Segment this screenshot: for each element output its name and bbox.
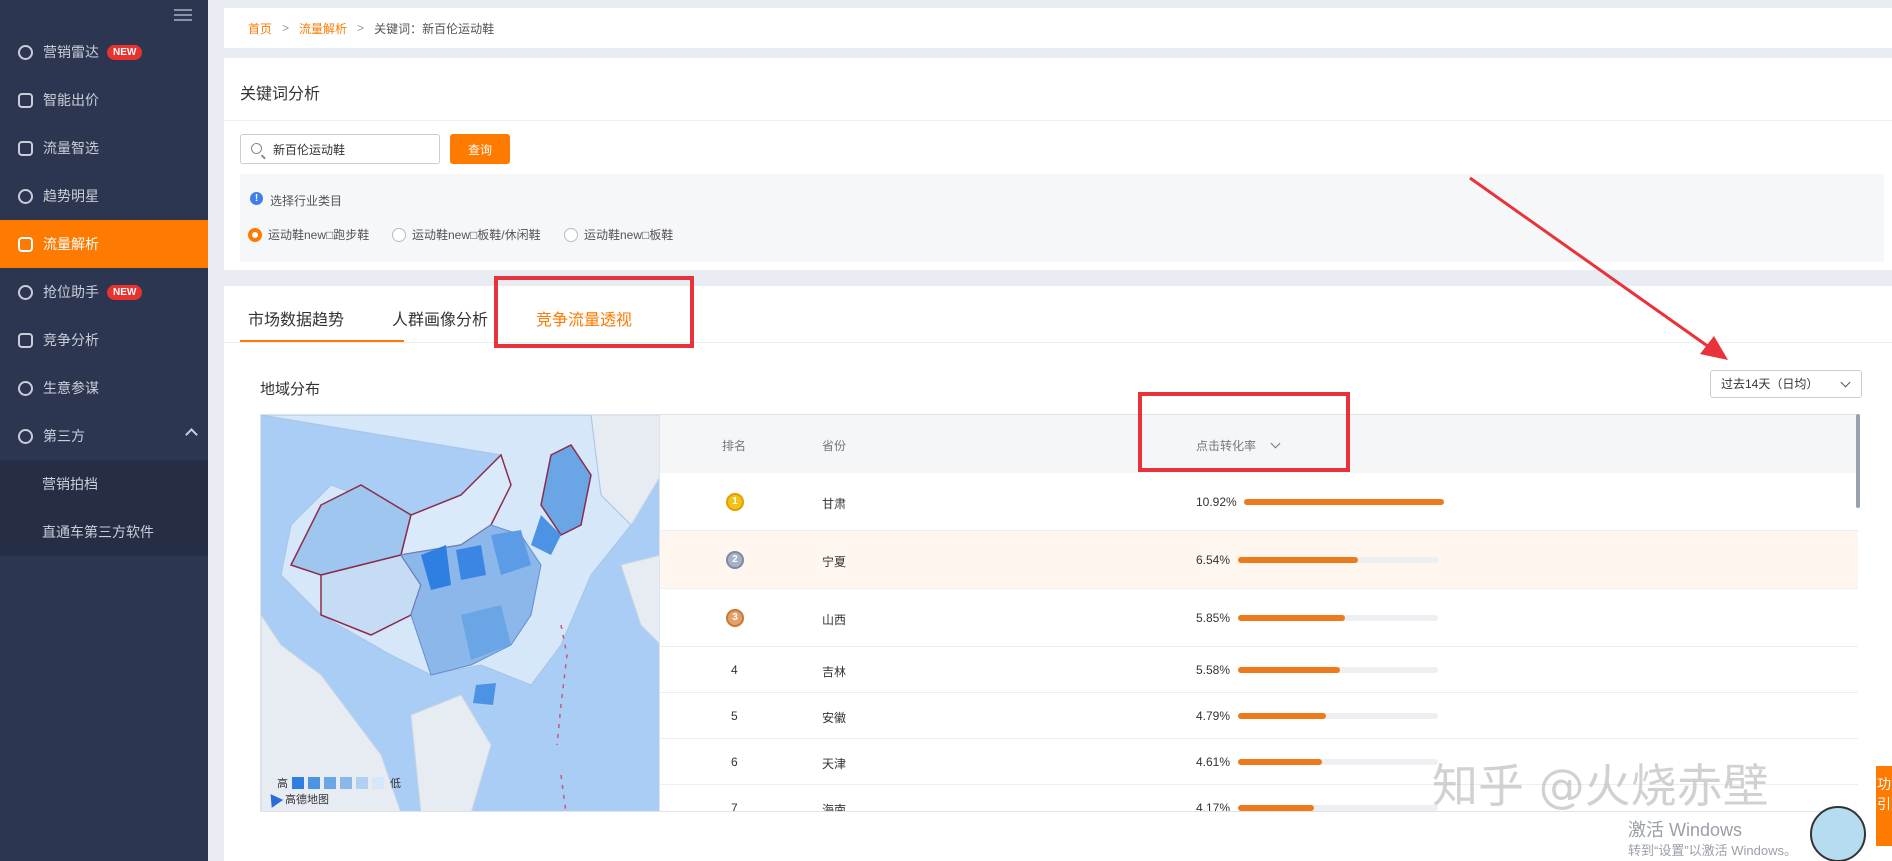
windows-activation-subtitle: 转到“设置”以激活 Windows。 — [1628, 843, 1798, 858]
windows-activation-title: 激活 Windows — [1628, 820, 1743, 840]
mascot-avatar[interactable] — [1810, 806, 1866, 861]
side-feature-tab[interactable]: 功引 — [1876, 766, 1892, 846]
annotation-arrow — [1469, 176, 1728, 360]
zhihu-watermark: 知乎 @火烧赤壁 — [1432, 759, 1769, 813]
